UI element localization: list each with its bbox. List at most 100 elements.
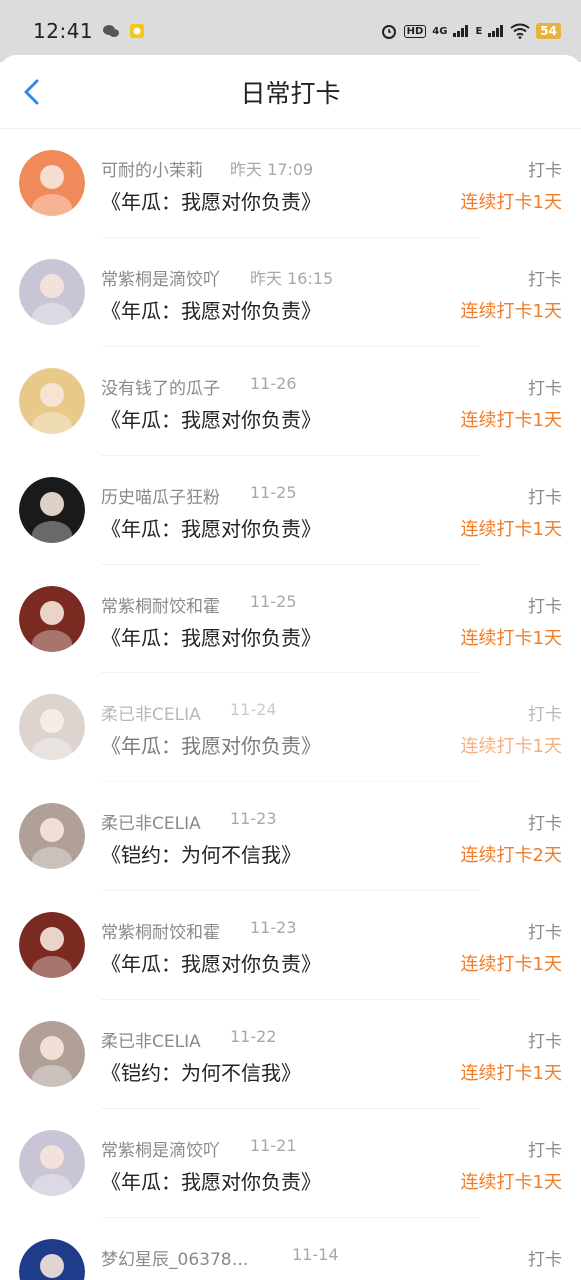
checkin-label: 打卡 [528, 705, 562, 726]
status-time: 12:41 [33, 19, 94, 43]
streak-label: 连续打卡1天 [460, 300, 562, 322]
checkin-time: 11-26 [250, 373, 297, 393]
avatar-image-icon [19, 1021, 85, 1088]
checkin-label: 打卡 [528, 1032, 562, 1053]
book-title[interactable]: 《年瓜：我愿对你负责》 [101, 186, 321, 215]
streak-label: 连续打卡1天 [460, 627, 562, 649]
checkin-list-item[interactable]: 常紫桐耐饺和霍 11-23 《年瓜：我愿对你负责》 打卡 连续打卡1天 [0, 891, 581, 1001]
book-title[interactable]: 《年瓜：我愿对你负责》 [101, 948, 321, 977]
book-title[interactable]: 《年瓜：我愿对你负责》 [101, 730, 321, 759]
book-title[interactable]: 《铠约：为何不信我》 [101, 839, 301, 868]
streak-label: 连续打卡1天 [460, 954, 562, 976]
checkin-time: 11-22 [230, 1027, 277, 1047]
streak-label: 连续打卡1天 [460, 736, 562, 758]
checkin-time: 昨天 16:15 [250, 268, 334, 288]
streak-label: 连续打卡1天 [460, 409, 562, 431]
user-avatar[interactable] [19, 367, 85, 434]
user-avatar[interactable] [19, 803, 85, 870]
streak-label: 连续打卡1天 [460, 1172, 562, 1194]
checkin-time: 11-24 [230, 700, 277, 720]
checkin-list-item[interactable]: 没有钱了的瓜子 11-26 《年瓜：我愿对你负责》 打卡 连续打卡1天 [0, 347, 581, 456]
checkin-label: 打卡 [528, 923, 562, 944]
avatar-image-icon [19, 367, 85, 434]
alarm-icon [381, 25, 396, 39]
checkin-label: 打卡 [528, 161, 562, 181]
wifi-icon [510, 23, 530, 39]
checkin-list-item[interactable]: 历史喵瓜子狂粉 11-25 《年瓜：我愿对你负责》 打卡 连续打卡1天 [0, 456, 581, 565]
user-avatar[interactable] [19, 258, 85, 325]
checkin-list-item[interactable]: 常紫桐是滴饺吖 11-21 《年瓜：我愿对你负责》 打卡 连续打卡1天 [0, 1109, 581, 1218]
user-avatar[interactable] [19, 1130, 85, 1197]
checkin-list-item[interactable]: 柔已非CELIA 11-23 《铠约：为何不信我》 打卡 连续打卡2天 [0, 782, 581, 892]
username[interactable]: 梦幻星辰_06378… [101, 1245, 249, 1270]
user-avatar[interactable] [19, 694, 85, 761]
header: 日常打卡 [0, 55, 581, 129]
book-title[interactable]: 《玉阳玉老田·业约 [101, 1275, 267, 1280]
streak-label: 连续打卡1天 [460, 1063, 562, 1085]
checkin-list-item[interactable]: 柔已非CELIA 11-22 《铠约：为何不信我》 打卡 连续打卡1天 [0, 1000, 581, 1110]
username[interactable]: 柔已非CELIA [101, 809, 201, 834]
checkin-label: 打卡 [528, 1249, 562, 1270]
user-avatar[interactable] [19, 912, 85, 979]
book-title[interactable]: 《铠约：为何不信我》 [101, 1057, 301, 1086]
wechat-icon [103, 25, 120, 37]
checkin-label: 打卡 [528, 487, 562, 508]
checkin-label: 打卡 [528, 1141, 562, 1162]
hd-indicator: HD [403, 24, 427, 38]
network-4g-indicator: 4G [432, 25, 448, 37]
book-title[interactable]: 《年瓜：我愿对你负责》 [101, 513, 321, 542]
avatar-image-icon [19, 476, 85, 543]
checkin-list-item[interactable]: 柔已非CELIA 11-24 《年瓜：我愿对你负责》 打卡 连续打卡1天 [0, 673, 581, 783]
username[interactable]: 历史喵瓜子狂粉 [101, 483, 220, 508]
book-title[interactable]: 《年瓜：我愿对你负责》 [101, 622, 321, 651]
battery-indicator: 54 [536, 23, 561, 39]
avatar-image-icon [19, 258, 85, 325]
checkin-time: 昨天 17:09 [230, 160, 314, 179]
book-title[interactable]: 《年瓜：我愿对你负责》 [101, 404, 321, 433]
username[interactable]: 常紫桐耐饺和霍 [101, 918, 220, 943]
streak-label: 连续打卡1天 [460, 192, 562, 213]
checkin-label: 打卡 [528, 814, 562, 835]
username[interactable]: 可耐的小茉莉 [101, 156, 203, 181]
book-title[interactable]: 《年瓜：我愿对你负责》 [101, 295, 321, 324]
checkin-list: 可耐的小茉莉 昨天 17:09 《年瓜：我愿对你负责》 打卡 连续打卡1天 常紫… [0, 129, 581, 1280]
checkin-label: 打卡 [528, 378, 562, 399]
signal-icon [453, 25, 469, 37]
signal-icon-2 [488, 25, 504, 37]
avatar-image-icon [19, 912, 85, 979]
user-avatar[interactable] [19, 476, 85, 543]
checkin-list-item[interactable]: 可耐的小茉莉 昨天 17:09 《年瓜：我愿对你负责》 打卡 连续打卡1天 [0, 129, 581, 238]
status-indicators: HD 4G E 54 [380, 22, 561, 40]
user-avatar[interactable] [19, 150, 85, 216]
username[interactable]: 常紫桐是滴饺吖 [101, 265, 220, 290]
user-avatar[interactable] [19, 1238, 85, 1280]
checkin-time: 11-25 [250, 591, 297, 611]
back-arrow-icon[interactable] [18, 77, 48, 107]
network-e-indicator: E [475, 25, 483, 37]
username[interactable]: 没有钱了的瓜子 [101, 374, 220, 399]
username[interactable]: 常紫桐是滴饺吖 [101, 1136, 220, 1161]
username[interactable]: 柔已非CELIA [101, 1027, 201, 1052]
user-avatar[interactable] [19, 1021, 85, 1088]
avatar-image-icon [19, 694, 85, 761]
checkin-list-item[interactable]: 梦幻星辰_06378… 11-14 《玉阳玉老田·业约 打卡 连续打卡1天 [0, 1218, 581, 1280]
checkin-label: 打卡 [528, 596, 562, 617]
checkin-time: 11-21 [250, 1136, 297, 1156]
avatar-image-icon [19, 150, 85, 216]
avatar-image-icon [19, 585, 85, 652]
checkin-time: 11-23 [250, 918, 297, 938]
checkin-list-item[interactable]: 常紫桐耐饺和霍 11-25 《年瓜：我愿对你负责》 打卡 连续打卡1天 [0, 565, 581, 674]
avatar-image-icon [19, 1238, 85, 1280]
book-title[interactable]: 《年瓜：我愿对你负责》 [101, 1166, 321, 1195]
username[interactable]: 柔已非CELIA [101, 700, 201, 725]
checkin-time: 11-14 [292, 1244, 339, 1264]
user-avatar[interactable] [19, 585, 85, 652]
username[interactable]: 常紫桐耐饺和霍 [101, 592, 220, 617]
checkin-list-item[interactable]: 常紫桐是滴饺吖 昨天 16:15 《年瓜：我愿对你负责》 打卡 连续打卡1天 [0, 238, 581, 347]
checkin-time: 11-25 [250, 482, 297, 502]
avatar-image-icon [19, 1130, 85, 1197]
page-title: 日常打卡 [240, 78, 341, 108]
streak-label: 连续打卡2天 [460, 845, 562, 867]
avatar-image-icon [19, 803, 85, 870]
checkin-label: 打卡 [528, 269, 562, 290]
